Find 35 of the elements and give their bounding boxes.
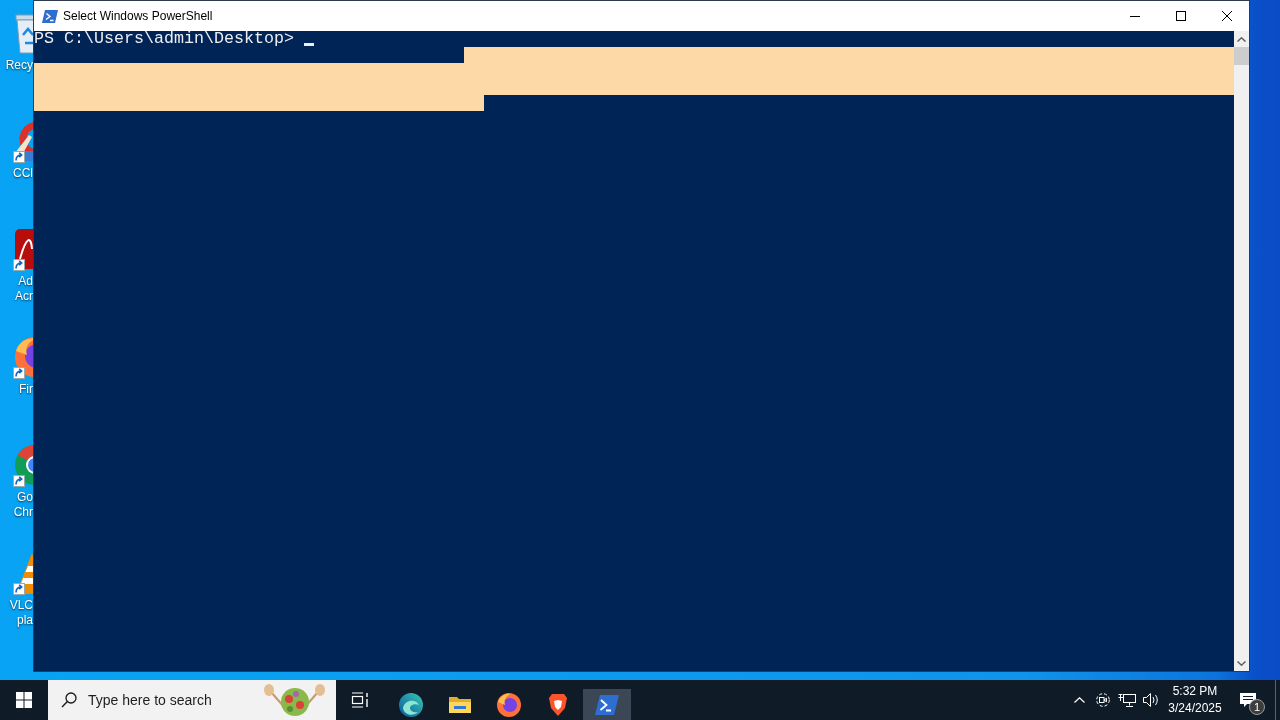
scrollbar-track[interactable]	[1234, 31, 1249, 671]
terminal-icon	[42, 9, 58, 23]
scrollbar-thumb[interactable]	[1234, 47, 1249, 65]
scroll-up-icon[interactable]	[1237, 36, 1246, 42]
network-icon[interactable]	[1118, 692, 1136, 708]
close-icon	[1221, 11, 1232, 21]
desktop-icon-label: Fir	[18, 382, 33, 397]
search-field[interactable]: Type here to search	[48, 680, 336, 720]
clock-date[interactable]: 3/24/2025	[1168, 700, 1222, 717]
scroll-down-icon[interactable]	[1237, 660, 1246, 666]
desktop-icon-label: CCl	[12, 166, 33, 181]
folder-icon	[448, 694, 472, 715]
windows-logo-icon	[16, 692, 32, 708]
desktop-icon-label: Recy	[4, 58, 33, 73]
volume-icon[interactable]	[1142, 692, 1160, 708]
chevron-up-icon[interactable]	[1073, 697, 1085, 703]
command-prompt: PS C:\Users\admin\Desktop>	[34, 31, 294, 47]
minimize-icon	[1130, 15, 1140, 17]
task-view-icon	[351, 692, 369, 708]
desktop-icon-label: Ad Acr	[14, 274, 33, 304]
desktop-icon-label: VLC pla	[8, 598, 33, 628]
recycle-bin-icon[interactable]	[14, 11, 33, 55]
salad-bowl-icon[interactable]	[262, 683, 326, 717]
globe-app-icon	[497, 692, 521, 717]
window-title: Select Windows PowerShell	[63, 9, 213, 23]
notification-count: 1	[1249, 699, 1265, 715]
wave-circle-icon	[399, 692, 423, 717]
shield-icon	[548, 692, 568, 717]
search-icon	[61, 692, 77, 708]
desktop-icon-label: Go Chr	[12, 490, 33, 520]
maximize-icon	[1176, 11, 1186, 21]
notifications-button[interactable]: 1	[1227, 680, 1269, 720]
clock-time[interactable]: 5:32 PM	[1172, 683, 1218, 700]
camera-icon[interactable]	[1096, 693, 1110, 707]
terminal-icon	[595, 694, 619, 715]
